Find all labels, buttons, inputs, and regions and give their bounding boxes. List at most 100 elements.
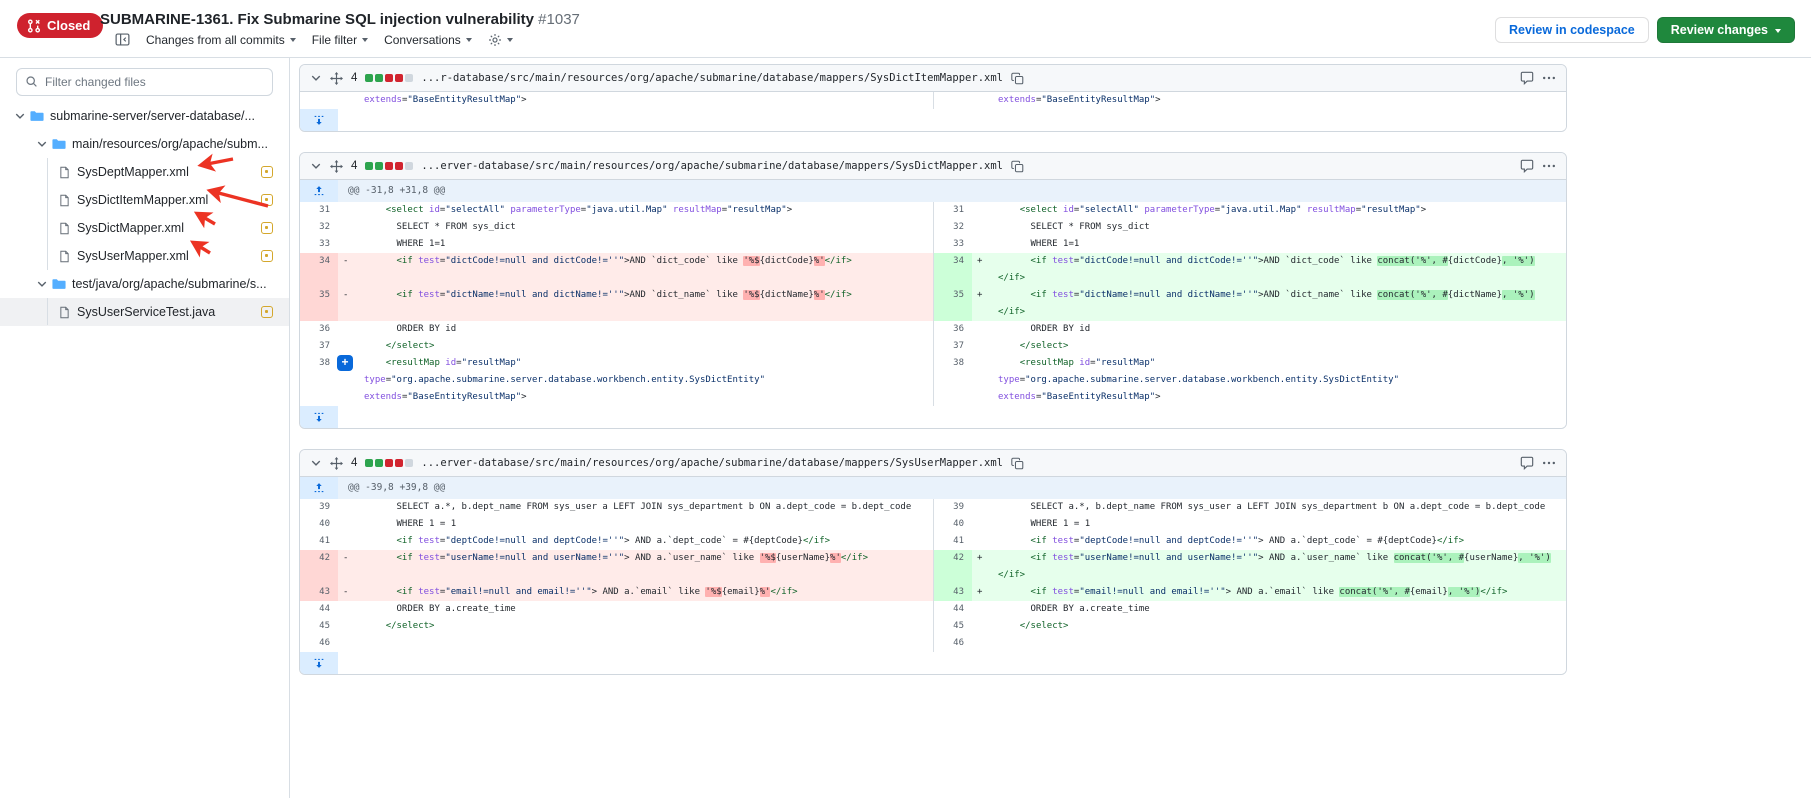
kebab-menu-icon[interactable] (1542, 71, 1556, 85)
collapse-file-chevron-icon[interactable] (310, 72, 322, 84)
expand-up-icon[interactable] (300, 477, 338, 499)
code-token: parameterType (1144, 205, 1214, 215)
tree-file-sysdictitemmapper-xml[interactable]: SysDictItemMapper.xml (0, 186, 289, 214)
drag-handle-icon[interactable] (330, 457, 343, 470)
line-number[interactable]: 40 (300, 516, 338, 533)
file-icon (58, 166, 71, 179)
filter-changed-files-input[interactable] (16, 68, 273, 96)
review-in-codespace-button[interactable]: Review in codespace (1495, 17, 1649, 43)
kebab-menu-icon[interactable] (1542, 159, 1556, 173)
line-number[interactable]: 34 (300, 253, 338, 287)
chevron-down-icon[interactable] (36, 138, 48, 150)
diff-marker (338, 635, 356, 652)
line-number[interactable]: 31 (300, 202, 338, 219)
line-number[interactable]: 32 (300, 219, 338, 236)
expand-down-icon[interactable] (300, 406, 338, 428)
line-number[interactable]: 35 (933, 287, 972, 321)
line-number[interactable]: 38 (933, 355, 972, 406)
line-number[interactable]: 46 (933, 635, 972, 652)
drag-handle-icon[interactable] (330, 72, 343, 85)
page-content: submarine-server/server-database/...main… (0, 58, 1811, 798)
line-number[interactable]: 40 (933, 516, 972, 533)
line-number[interactable]: 35 (300, 287, 338, 321)
diff-marker (338, 321, 356, 338)
line-number[interactable]: 44 (933, 601, 972, 618)
copy-path-icon[interactable] (1011, 160, 1024, 173)
diff-settings-gear-button[interactable] (488, 33, 513, 47)
hunk-row: @@ -31,8 +31,8 @@ (300, 180, 1566, 202)
code-line: </select> (364, 338, 933, 355)
tree-file-sysdictmapper-xml[interactable]: SysDictMapper.xml (0, 214, 289, 242)
line-number[interactable]: 39 (300, 499, 338, 516)
line-number[interactable]: 43 (300, 584, 338, 601)
code-token: parameterType (510, 205, 580, 215)
chevron-down-icon[interactable] (14, 110, 26, 122)
line-number[interactable]: 41 (933, 533, 972, 550)
line-number[interactable]: 34 (933, 253, 972, 287)
line-number[interactable]: 43 (933, 584, 972, 601)
diff-code-row: 46 46 (300, 635, 1566, 652)
copy-path-icon[interactable] (1011, 457, 1024, 470)
code-token (364, 341, 386, 351)
collapse-file-chevron-icon[interactable] (310, 160, 322, 172)
expand-down-icon[interactable] (300, 652, 338, 674)
comment-icon[interactable] (1520, 456, 1534, 470)
line-number[interactable]: 33 (300, 236, 338, 253)
add-comment-plus-button[interactable]: + (337, 355, 353, 371)
line-number[interactable]: 41 (300, 533, 338, 550)
tree-file-sysdeptmapper-xml[interactable]: SysDeptMapper.xml (0, 158, 289, 186)
line-number[interactable] (933, 92, 972, 109)
line-number[interactable]: 33 (933, 236, 972, 253)
code-line: </if> (998, 567, 1566, 584)
line-number[interactable]: 31 (933, 202, 972, 219)
code-line: <if test="email!=null and email!=''"> AN… (364, 584, 933, 601)
line-number[interactable]: 45 (300, 618, 338, 635)
changes-count: 4 (351, 160, 357, 172)
line-number[interactable]: 36 (933, 321, 972, 338)
expand-up-icon[interactable] (300, 180, 338, 202)
line-number[interactable] (300, 92, 338, 109)
line-number[interactable]: 45 (933, 618, 972, 635)
code-token: <if (397, 256, 413, 266)
line-number[interactable]: 42 (300, 550, 338, 584)
line-number[interactable]: 37 (300, 338, 338, 355)
comment-icon[interactable] (1520, 71, 1534, 85)
file-filter-dropdown[interactable]: File filter (312, 33, 368, 47)
code-token: test (1052, 553, 1074, 563)
drag-handle-icon[interactable] (330, 160, 343, 173)
copy-path-icon[interactable] (1011, 72, 1024, 85)
collapse-sidebar-button[interactable] (115, 32, 130, 47)
diff-marker (972, 92, 990, 109)
line-number[interactable]: 32 (933, 219, 972, 236)
diff-code-row: 32 SELECT * FROM sys_dict32 SELECT * FRO… (300, 219, 1566, 236)
chevron-down-icon[interactable] (36, 278, 48, 290)
changes-from-dropdown[interactable]: Changes from all commits (146, 33, 296, 47)
chevron-down-icon (466, 38, 472, 42)
kebab-menu-icon[interactable] (1542, 456, 1556, 470)
expand-down-icon[interactable] (300, 109, 338, 131)
code-token: "java.util.Map" (586, 205, 667, 215)
collapse-file-chevron-icon[interactable] (310, 457, 322, 469)
tree-folder-test-java-org-apache-submarine-s-[interactable]: test/java/org/apache/submarine/s... (0, 270, 289, 298)
tree-indent-guide (47, 298, 48, 325)
line-number[interactable]: 36 (300, 321, 338, 338)
tree-file-sysuserservicetest-java[interactable]: SysUserServiceTest.java (0, 298, 289, 326)
diff-marker (338, 618, 356, 635)
code-token: "BaseEntityResultMap" (1041, 95, 1155, 105)
conversations-dropdown[interactable]: Conversations (384, 33, 472, 47)
line-number[interactable]: 44 (300, 601, 338, 618)
comment-icon[interactable] (1520, 159, 1534, 173)
line-number[interactable]: 39 (933, 499, 972, 516)
word-diff-highlight: , '%') (1518, 553, 1551, 563)
tree-file-sysusermapper-xml[interactable]: SysUserMapper.xml (0, 242, 289, 270)
line-number[interactable]: 37 (933, 338, 972, 355)
line-number[interactable]: 46 (300, 635, 338, 652)
code-line: </if> (998, 304, 1566, 321)
line-number[interactable]: 42 (933, 550, 972, 584)
code-token: > AND a.`user_name` like (624, 553, 759, 563)
code-token: > AND a.`user_name` like (1258, 553, 1393, 563)
tree-folder-main-resources-org-apache-subm-[interactable]: main/resources/org/apache/subm... (0, 130, 289, 158)
line-number[interactable]: 38+ (300, 355, 338, 406)
tree-folder-submarine-server-server-database-[interactable]: submarine-server/server-database/... (0, 102, 289, 130)
review-changes-button[interactable]: Review changes (1657, 17, 1795, 43)
